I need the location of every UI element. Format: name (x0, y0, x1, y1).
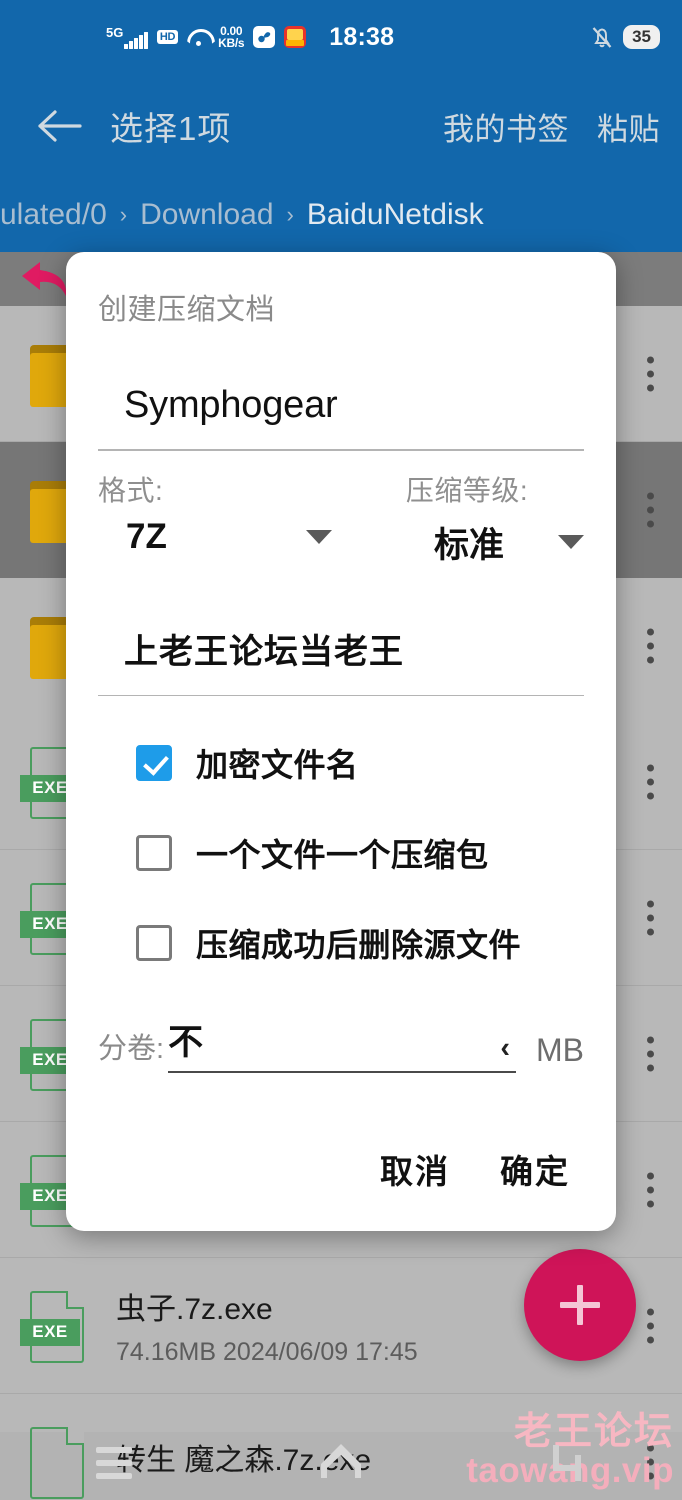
one-archive-per-file-checkbox[interactable] (136, 835, 172, 871)
level-column: 压缩等级: 标准 (332, 469, 584, 568)
chevron-down-icon (306, 529, 332, 544)
encrypt-filenames-label: 加密文件名 (196, 747, 359, 783)
chevron-right-icon: › (119, 202, 128, 227)
home-button[interactable] (291, 1435, 391, 1491)
back-arrow-icon (544, 1438, 592, 1489)
hamburger-icon (95, 1447, 132, 1479)
app-notification-icon-2 (284, 26, 307, 48)
battery-percentage: 35 (623, 24, 660, 50)
format-and-level-row: 格式: 7Z 压缩等级: 标准 (98, 469, 584, 568)
row-overflow-icon[interactable] (641, 1030, 660, 1077)
add-button-fab[interactable] (524, 1249, 636, 1361)
exe-badge: EXE (20, 1318, 80, 1346)
arrow-left-icon (38, 110, 82, 142)
status-bar: 5G HD 0.00 KB/s 18:38 35 (0, 0, 682, 74)
wifi-icon (187, 28, 209, 47)
home-icon (316, 1438, 366, 1489)
row-overflow-icon[interactable] (641, 350, 660, 397)
row-overflow-icon[interactable] (641, 758, 660, 805)
dialog-actions: 取消 确定 (98, 1137, 584, 1201)
status-clock: 18:38 (329, 22, 395, 51)
format-dropdown[interactable]: 7Z (98, 517, 332, 557)
checkbox-row-delete-source[interactable]: 压缩成功后删除源文件 (98, 920, 584, 966)
exe-file-icon: EXE (18, 1283, 94, 1369)
format-label: 格式: (98, 474, 164, 506)
level-label: 压缩等级: (405, 474, 529, 506)
one-archive-per-file-label: 一个文件一个压缩包 (196, 837, 489, 873)
encrypt-filenames-checkbox[interactable] (136, 745, 172, 781)
bookmarks-button[interactable]: 我的书签 (443, 104, 569, 149)
chevron-left-icon[interactable]: ‹ (500, 1032, 516, 1065)
format-value: 7Z (126, 516, 167, 556)
confirm-button[interactable]: 确定 (494, 1137, 576, 1201)
cancel-button[interactable]: 取消 (374, 1137, 456, 1201)
chevron-down-icon (558, 535, 584, 549)
cellular-signal-icon: 5G (106, 26, 148, 49)
breadcrumb-item-0[interactable]: ulated/0 (0, 198, 107, 232)
back-button[interactable] (518, 1435, 618, 1491)
chevron-right-icon: › (286, 202, 294, 227)
split-volume-row: 分卷: 不 ‹ MB (98, 1014, 584, 1073)
breadcrumb-item-1[interactable]: Download (140, 198, 273, 232)
paste-button[interactable]: 粘贴 (597, 104, 660, 149)
split-value: 不 (168, 1023, 204, 1062)
navigate-back-button[interactable] (22, 89, 96, 163)
row-overflow-icon[interactable] (641, 487, 660, 534)
dialog-title: 创建压缩文档 (98, 294, 276, 326)
split-unit-label: MB (536, 1032, 584, 1068)
status-icons-left: 5G HD 0.00 KB/s 18:38 (106, 23, 394, 52)
app-bar-actions: 我的书签 粘贴 (443, 104, 682, 149)
level-dropdown[interactable]: 标准 (350, 517, 584, 568)
data-rate-indicator: 0.00 KB/s (218, 25, 244, 49)
level-value: 标准 (433, 525, 504, 565)
app-notification-icon-1 (253, 26, 276, 48)
divider (98, 694, 584, 696)
create-archive-dialog: 创建压缩文档 Symphogear 格式: 7Z 压缩等级: 标准 上老王论坛当… (66, 252, 616, 1231)
password-input[interactable]: 上老王论坛当老王 (124, 624, 584, 673)
network-type-label: 5G (106, 24, 124, 40)
archive-name-input[interactable]: Symphogear (124, 384, 584, 427)
breadcrumb: ulated/0 › Download › BaiduNetdisk (0, 178, 682, 252)
plus-icon (560, 1285, 600, 1325)
data-rate-unit: KB/s (218, 36, 245, 50)
divider (98, 449, 584, 451)
row-overflow-icon[interactable] (641, 894, 660, 941)
checkbox-row-one-archive-per-file[interactable]: 一个文件一个压缩包 (98, 830, 584, 876)
split-label: 分卷: (98, 1033, 165, 1065)
row-overflow-icon[interactable] (641, 1166, 660, 1213)
breadcrumb-item-2[interactable]: BaiduNetdisk (307, 198, 484, 232)
split-size-input[interactable]: 不 ‹ (168, 1014, 516, 1073)
checkbox-row-encrypt-filenames[interactable]: 加密文件名 (98, 740, 584, 786)
row-overflow-icon[interactable] (641, 623, 660, 670)
app-bar: 选择1项 我的书签 粘贴 (0, 74, 682, 178)
delete-source-label: 压缩成功后删除源文件 (196, 927, 522, 963)
recents-button[interactable] (64, 1435, 164, 1491)
page-title: 选择1项 (110, 110, 232, 147)
hd-voice-icon: HD (156, 29, 179, 45)
phone-screen: EXE EXE EXE EXE EXE 虫子.7z.exe 74.16MB 20… (0, 0, 682, 1500)
format-column: 格式: 7Z (98, 469, 332, 568)
system-navigation-bar (0, 1426, 682, 1500)
row-overflow-icon[interactable] (641, 1302, 660, 1349)
status-icons-right: 35 (590, 24, 660, 50)
delete-source-checkbox[interactable] (136, 925, 172, 961)
mute-bell-icon (590, 25, 612, 49)
